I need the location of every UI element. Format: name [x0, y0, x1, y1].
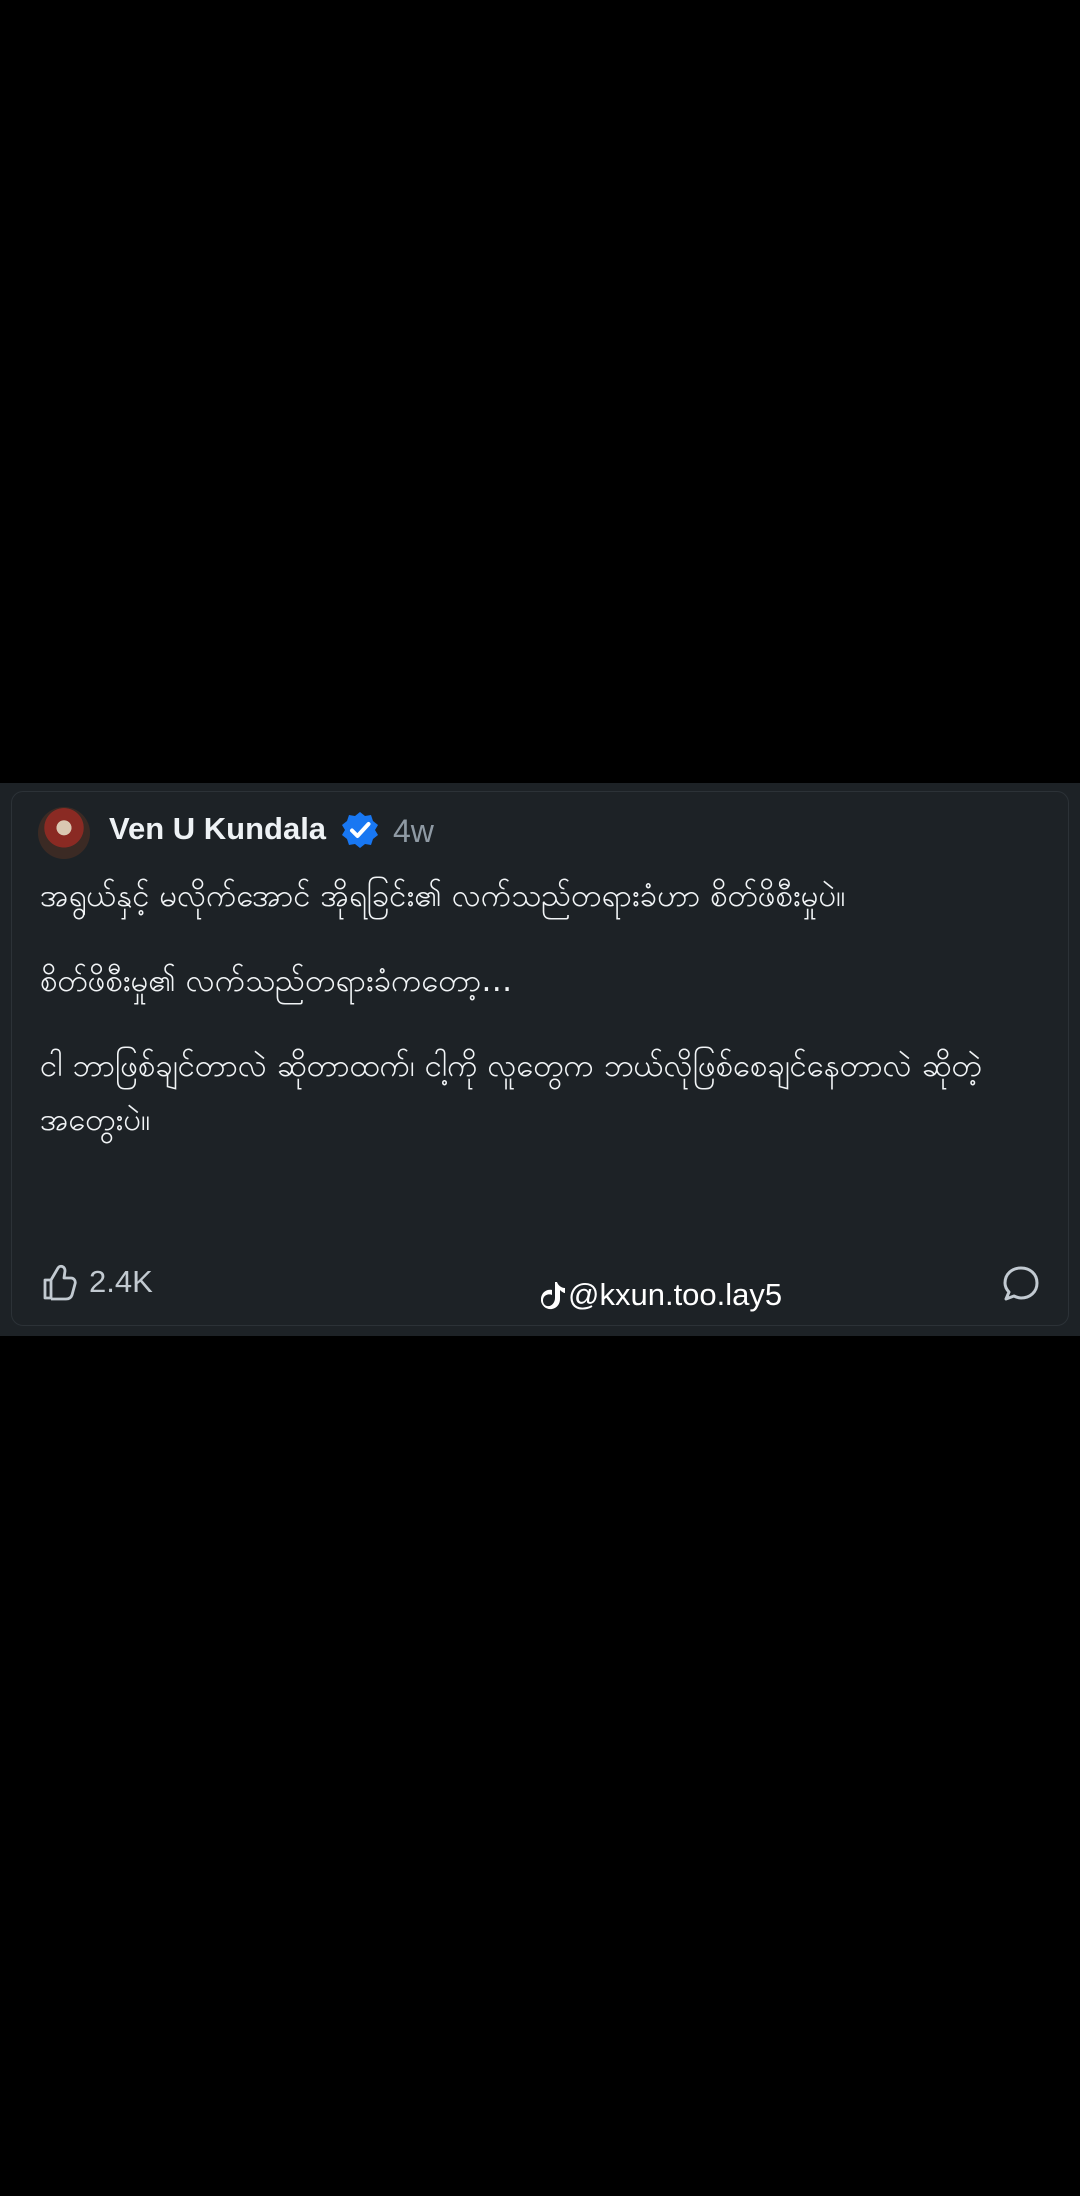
- verified-badge-icon: [342, 812, 378, 848]
- author-name[interactable]: Ven U Kundala: [109, 809, 326, 849]
- thumbs-up-icon[interactable]: [39, 1264, 77, 1302]
- like-count: 2.4K: [89, 1264, 153, 1299]
- post-line-2: စိတ်ဖိစီးမှု၏ လက်သည်တရားခံကတော့…: [40, 963, 513, 999]
- profile-avatar[interactable]: [38, 807, 90, 859]
- screen: Ven U Kundala 4w အရွယ်နှင့် မလိုက်အောင် …: [0, 0, 1080, 2196]
- tiktok-watermark: @kxun.too.lay5: [541, 1275, 782, 1315]
- post-time: 4w: [393, 813, 434, 849]
- tiktok-icon: [541, 1282, 565, 1310]
- post-line-3: ငါ ဘာဖြစ်ချင်တာလဲ ဆိုတာထက်၊ ငါ့ကို လူတွေ…: [40, 1048, 982, 1138]
- post-footer: 2.4K @kxun.too.lay5: [0, 1259, 1080, 1317]
- post-line-1: အရွယ်နှင့် မလိုက်အောင် အိုရခြင်း၏ လက်သည်…: [40, 878, 846, 914]
- post-body: အရွယ်နှင့် မလိုက်အောင် အိုရခြင်း၏ လက်သည်…: [40, 869, 1040, 1147]
- watermark-handle: @kxun.too.lay5: [568, 1277, 783, 1312]
- comment-icon[interactable]: [1001, 1264, 1041, 1304]
- facebook-post-card: Ven U Kundala 4w အရွယ်နှင့် မလိုက်အောင် …: [0, 783, 1080, 1336]
